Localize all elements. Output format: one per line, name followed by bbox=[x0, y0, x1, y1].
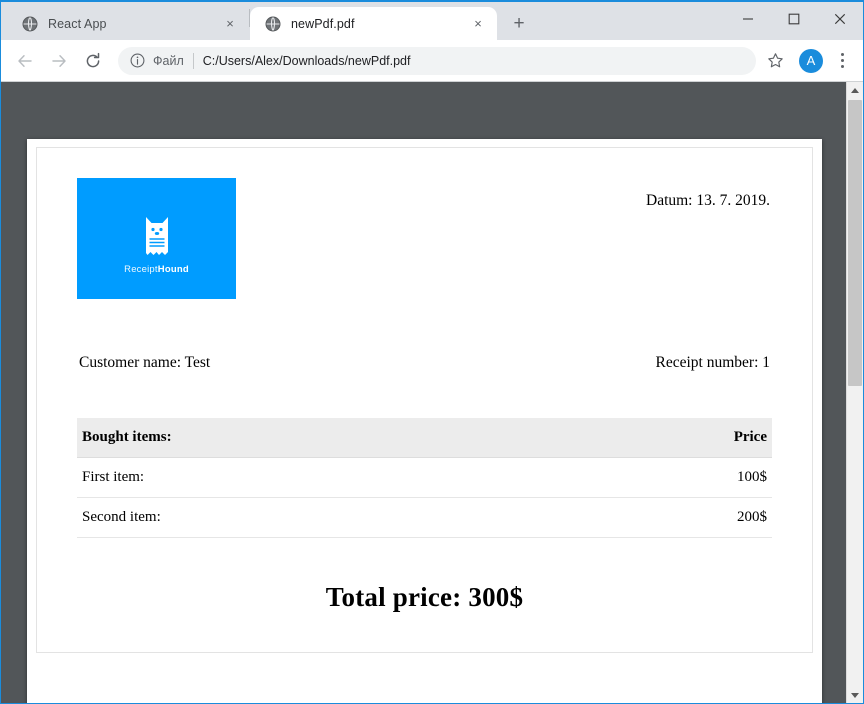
logo-word-hound: Hound bbox=[157, 264, 189, 275]
tab-close-button[interactable]: × bbox=[469, 15, 487, 33]
maximize-button[interactable] bbox=[771, 2, 817, 36]
address-bar[interactable]: Файл C:/Users/Alex/Downloads/newPdf.pdf bbox=[118, 46, 756, 75]
document-date: Datum: 13. 7. 2019. bbox=[646, 192, 770, 209]
vertical-scrollbar[interactable] bbox=[846, 82, 863, 703]
item-name: Second item: bbox=[77, 497, 560, 538]
table-head: Bought items: Price bbox=[77, 418, 772, 458]
column-header-price: Price bbox=[559, 418, 772, 458]
logo-word-receipt: Receipt bbox=[124, 264, 158, 275]
customer-name: Customer name: Test bbox=[79, 354, 211, 371]
close-button[interactable] bbox=[817, 2, 863, 36]
browser-toolbar: Файл C:/Users/Alex/Downloads/newPdf.pdf … bbox=[1, 40, 863, 82]
item-price: 200$ bbox=[559, 497, 772, 538]
column-header-items: Bought items: bbox=[77, 418, 560, 458]
url-scheme-label: Файл bbox=[153, 53, 184, 68]
document-header: ReceiptHound Datum: 13. 7. 2019. bbox=[77, 178, 772, 299]
back-button[interactable] bbox=[10, 46, 40, 76]
tab-newpdf[interactable]: newPdf.pdf × bbox=[250, 7, 497, 40]
logo-wordmark: ReceiptHound bbox=[77, 264, 236, 275]
info-circle-icon[interactable] bbox=[129, 53, 145, 69]
minimize-button[interactable] bbox=[725, 2, 771, 36]
new-tab-button[interactable]: + bbox=[505, 9, 533, 37]
total-price: Total price: 300$ bbox=[325, 582, 524, 612]
omnibox-divider bbox=[192, 52, 194, 69]
pdf-page: ReceiptHound Datum: 13. 7. 2019. Custome… bbox=[27, 139, 822, 703]
profile-avatar[interactable]: A bbox=[799, 48, 823, 73]
kebab-dot bbox=[840, 65, 844, 68]
tab-title: newPdf.pdf bbox=[291, 16, 355, 31]
reload-button[interactable] bbox=[78, 46, 108, 76]
table-row: Second item: 200$ bbox=[77, 497, 772, 538]
receipt-number: Receipt number: 1 bbox=[655, 354, 771, 371]
table-header-row: Bought items: Price bbox=[77, 418, 772, 458]
table-body: First item: 100$ Second item: 200$ bbox=[77, 457, 772, 538]
browser-menu-button[interactable] bbox=[830, 48, 854, 74]
tab-react-app[interactable]: React App × bbox=[7, 7, 249, 40]
kebab-dot bbox=[840, 59, 844, 62]
receipthound-logo: ReceiptHound bbox=[77, 178, 236, 299]
browser-window: React App × newPdf.pdf × + Файл C:/Users… bbox=[0, 0, 864, 704]
document-meta-row: Customer name: Test Receipt number: 1 bbox=[77, 354, 772, 372]
window-controls bbox=[725, 2, 863, 36]
scroll-down-arrow[interactable] bbox=[847, 687, 863, 703]
table-row: First item: 100$ bbox=[77, 457, 772, 498]
tab-title: React App bbox=[48, 16, 107, 31]
tab-close-button[interactable]: × bbox=[221, 15, 239, 33]
item-name: First item: bbox=[77, 457, 560, 498]
receipt-dog-icon bbox=[142, 214, 172, 264]
bought-items-table: Bought items: Price First item: 100$ Sec… bbox=[77, 418, 772, 538]
globe-icon bbox=[21, 15, 38, 32]
url-text: C:/Users/Alex/Downloads/newPdf.pdf bbox=[202, 53, 411, 68]
kebab-dot bbox=[840, 53, 844, 56]
scrollbar-thumb[interactable] bbox=[848, 100, 862, 386]
tab-strip: React App × newPdf.pdf × + bbox=[1, 2, 863, 40]
forward-button[interactable] bbox=[44, 46, 74, 76]
globe-icon bbox=[264, 15, 281, 32]
bookmark-star-icon[interactable] bbox=[762, 48, 788, 74]
receipt-document: ReceiptHound Datum: 13. 7. 2019. Custome… bbox=[36, 147, 813, 653]
pdf-viewer: ReceiptHound Datum: 13. 7. 2019. Custome… bbox=[1, 82, 863, 703]
item-price: 100$ bbox=[559, 457, 772, 498]
scroll-up-arrow[interactable] bbox=[847, 82, 863, 99]
